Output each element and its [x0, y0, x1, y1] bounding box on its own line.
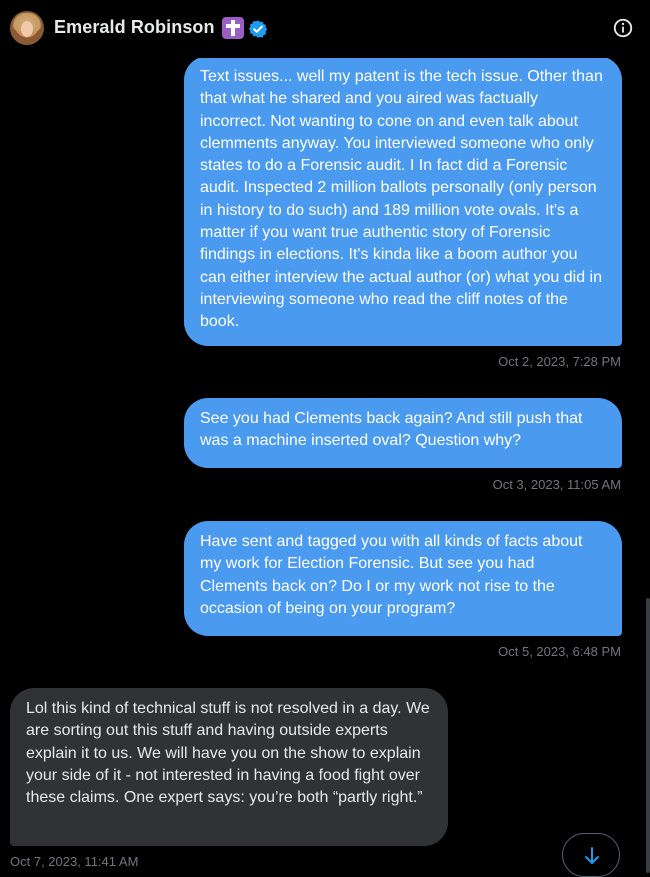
verified-badge-icon: [248, 20, 268, 38]
message-bubble-sent[interactable]: Have sent and tagged you with all kinds …: [184, 521, 622, 636]
message-bubble-received[interactable]: Lol this kind of technical stuff is not …: [10, 688, 448, 846]
scrollbar-thumb[interactable]: [646, 598, 650, 873]
scroll-to-bottom-button[interactable]: [562, 833, 620, 877]
conversation-header: Emerald Robinson: [0, 0, 650, 58]
contact-name[interactable]: Emerald Robinson: [54, 17, 215, 38]
message-timestamp: Oct 5, 2023, 6:48 PM: [498, 644, 621, 659]
message-timestamp: Oct 7, 2023, 11:41 AM: [10, 854, 139, 869]
avatar[interactable]: [10, 11, 44, 45]
arrow-down-icon: [585, 847, 599, 864]
message-bubble-sent[interactable]: See you had Clements back again? And sti…: [184, 398, 622, 468]
message-timestamp: Oct 2, 2023, 7:28 PM: [498, 354, 621, 369]
info-icon[interactable]: [612, 17, 634, 39]
message-bubble-sent[interactable]: Text issues... well my patent is the tec…: [184, 56, 622, 346]
cross-icon: [222, 17, 244, 39]
message-timestamp: Oct 3, 2023, 11:05 AM: [492, 477, 621, 492]
avatar-face: [21, 21, 33, 37]
